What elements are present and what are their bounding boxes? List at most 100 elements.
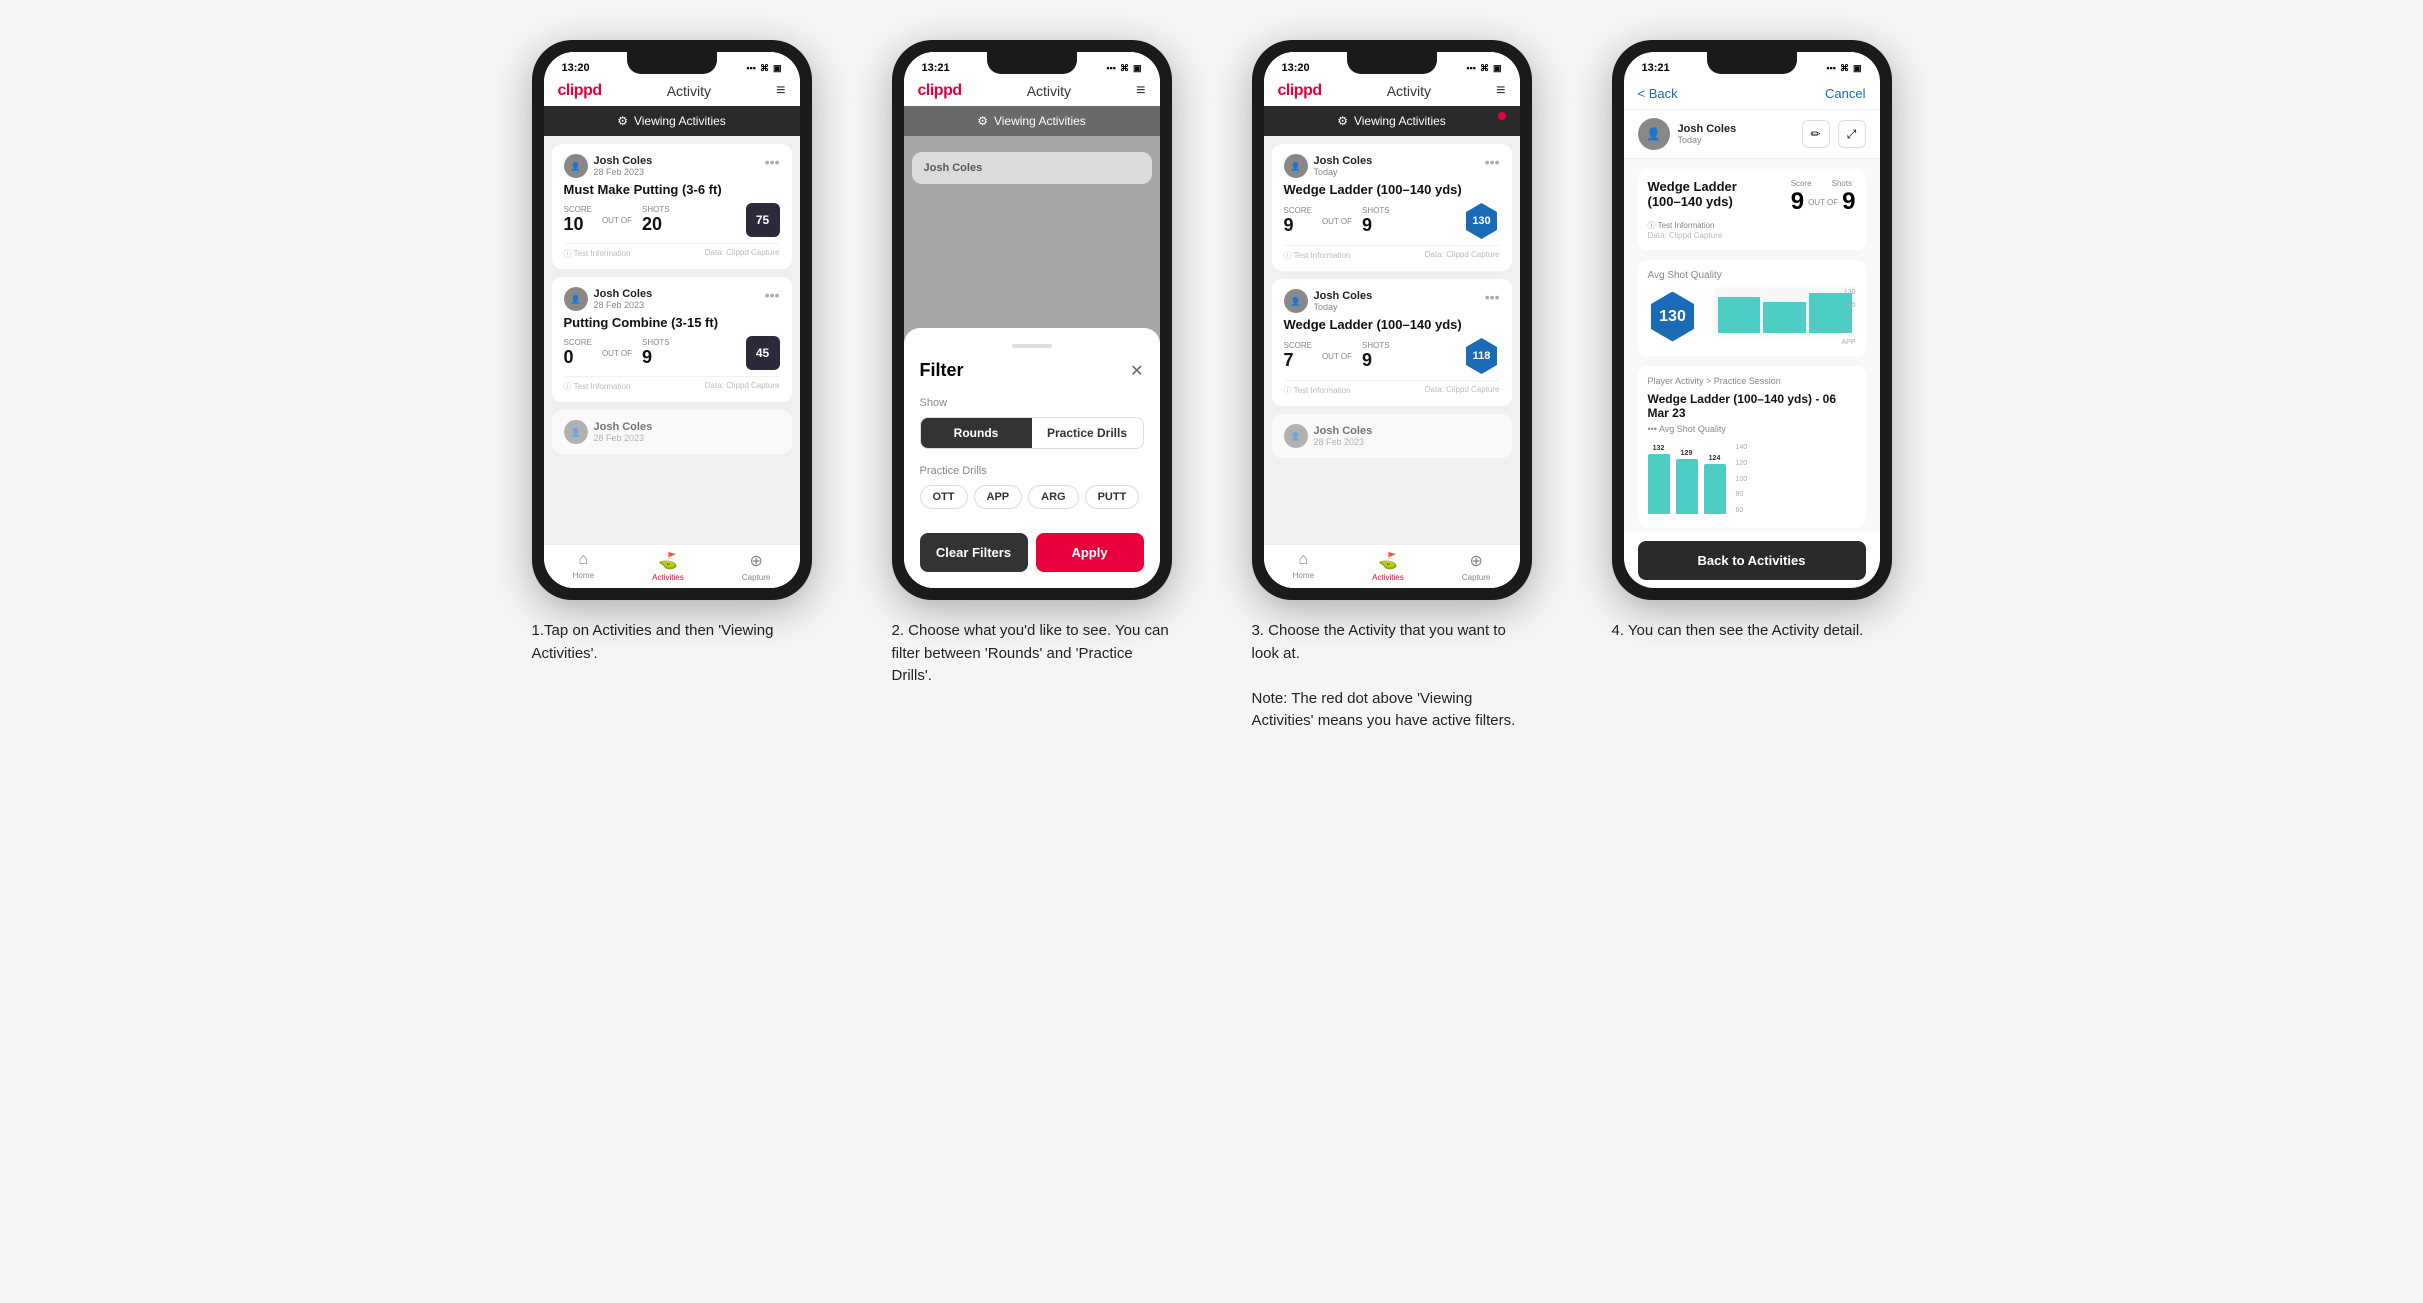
status-time-1: 13:20 <box>562 62 590 74</box>
avatar-3-1: 👤 <box>1284 154 1308 178</box>
phone-4: 13:21 ▪▪▪ ⌘ ▣ < Back Cancel 👤 <box>1612 40 1892 600</box>
detail-content: Wedge Ladder(100–140 yds) Score Shots 9 … <box>1624 159 1880 533</box>
shots-label-4: Shots <box>1832 179 1852 188</box>
avatar-1-1: 👤 <box>564 154 588 178</box>
step-1: 13:20 ▪▪▪ ⌘ ▣ clippd Activity ≡ ⚙ View <box>512 40 832 665</box>
bar-fill-1 <box>1648 454 1670 514</box>
card-header-3-1: 👤 Josh Coles Today ••• <box>1284 154 1500 178</box>
shots-col-3-1: Shots 9 <box>1362 206 1390 236</box>
more-dots-3-1[interactable]: ••• <box>1485 154 1500 170</box>
user-name-date-1-1: Josh Coles 28 Feb 2023 <box>594 155 653 177</box>
filter-icon-2: ⚙ <box>977 114 988 128</box>
mini-bar-2 <box>1763 302 1806 334</box>
mini-bar-1 <box>1718 297 1761 333</box>
filter-tag-arg[interactable]: ARG <box>1028 485 1078 509</box>
avg-shot-quality-card: Avg Shot Quality 130 APP <box>1638 260 1866 356</box>
activity-title-1-1: Must Make Putting (3-6 ft) <box>564 182 780 197</box>
avatar-1-2: 👤 <box>564 287 588 311</box>
user-name-date-3-2: Josh Coles Today <box>1314 290 1373 312</box>
nav-home-3[interactable]: ⌂ Home <box>1293 551 1314 582</box>
modal-close-btn[interactable]: ✕ <box>1130 361 1143 381</box>
nav-activities-3[interactable]: ⛳ Activities <box>1372 551 1404 582</box>
status-time-2: 13:21 <box>922 62 950 74</box>
modal-overlay-2: Josh Coles Filter ✕ Show Rounds Practice… <box>904 136 1160 588</box>
activity-list-3: 👤 Josh Coles Today ••• Wedge Ladder (100… <box>1264 136 1520 544</box>
practice-drills-toggle-btn[interactable]: Practice Drills <box>1032 418 1143 448</box>
nav-title-2: Activity <box>1027 83 1071 99</box>
score-col-3-2: Score 7 <box>1284 341 1312 371</box>
activity-title-3-2: Wedge Ladder (100–140 yds) <box>1284 317 1500 332</box>
filter-tag-putt[interactable]: PUTT <box>1085 485 1140 509</box>
status-icons-3: ▪▪▪ ⌘ ▣ <box>1466 63 1501 74</box>
wifi-icon-2: ⌘ <box>1120 63 1129 74</box>
viewing-banner-3[interactable]: ⚙ Viewing Activities <box>1264 106 1520 136</box>
filter-tag-ott[interactable]: OTT <box>920 485 968 509</box>
more-dots-1-2[interactable]: ••• <box>765 287 780 303</box>
detail-header: < Back Cancel <box>1624 78 1880 110</box>
cancel-btn[interactable]: Cancel <box>1825 86 1865 101</box>
nav-capture-3[interactable]: ⊕ Capture <box>1462 551 1490 582</box>
banner-text-2: Viewing Activities <box>994 114 1086 128</box>
phone-notch-4 <box>1707 52 1797 74</box>
back-to-activities-btn[interactable]: Back to Activities <box>1638 541 1866 580</box>
activity-card-1-1[interactable]: 👤 Josh Coles 28 Feb 2023 ••• Must Make P… <box>552 144 792 269</box>
score-col-1-2: Score 0 <box>564 338 592 368</box>
rounds-toggle-btn[interactable]: Rounds <box>921 418 1032 448</box>
avg-sq-label: Avg Shot Quality <box>1648 270 1856 281</box>
partial-card-3: 👤 Josh Coles 28 Feb 2023 <box>1272 414 1512 458</box>
battery-icon-3: ▣ <box>1493 63 1502 74</box>
edit-icon[interactable]: ✏ <box>1802 120 1830 148</box>
viewing-banner-1[interactable]: ⚙ Viewing Activities <box>544 106 800 136</box>
detail-score: 9 <box>1791 188 1804 216</box>
bar-fill-3 <box>1704 464 1726 514</box>
red-dot-3 <box>1498 112 1506 120</box>
apply-btn[interactable]: Apply <box>1036 533 1144 572</box>
bar-chart: 132 129 124 <box>1648 438 1856 518</box>
banner-text-1: Viewing Activities <box>634 114 726 128</box>
user-info-partial-3: 👤 Josh Coles 28 Feb 2023 <box>1284 424 1500 448</box>
filter-tag-app[interactable]: APP <box>974 485 1023 509</box>
phone-notch-2 <box>987 52 1077 74</box>
detail-user-row: 👤 Josh Coles Today ✏ ⤢ <box>1624 110 1880 159</box>
shot-quality-hex-3-1: 130 <box>1464 203 1500 239</box>
expand-icon[interactable]: ⤢ <box>1838 120 1866 148</box>
main-container: 13:20 ▪▪▪ ⌘ ▣ clippd Activity ≡ ⚙ View <box>512 40 1912 733</box>
shot-quality-hex-3-2: 118 <box>1464 338 1500 374</box>
activity-card-3-1[interactable]: 👤 Josh Coles Today ••• Wedge Ladder (100… <box>1272 144 1512 271</box>
activity-card-1-2[interactable]: 👤 Josh Coles 28 Feb 2023 ••• Putting Com… <box>552 277 792 402</box>
logo-3: clippd <box>1278 82 1322 100</box>
menu-icon-3[interactable]: ≡ <box>1496 82 1505 100</box>
filter-modal: Filter ✕ Show Rounds Practice Drills Pra… <box>904 328 1160 588</box>
shots-col-1-1: Shots 20 <box>642 205 670 235</box>
nav-home-label-3: Home <box>1293 571 1314 580</box>
nav-home-1[interactable]: ⌂ Home <box>573 551 594 582</box>
user-info-partial-1: 👤 Josh Coles 28 Feb 2023 <box>564 420 780 444</box>
bar-fill-2 <box>1676 459 1698 514</box>
partial-card-2: Josh Coles <box>912 152 1152 184</box>
nav-capture-1[interactable]: ⊕ Capture <box>742 551 770 582</box>
filter-icon-3: ⚙ <box>1337 114 1348 128</box>
viewing-banner-2[interactable]: ⚙ Viewing Activities <box>904 106 1160 136</box>
card-header-1-1: 👤 Josh Coles 28 Feb 2023 ••• <box>564 154 780 178</box>
bottom-nav-1: ⌂ Home ⛳ Activities ⊕ Capture <box>544 544 800 588</box>
more-dots-1-1[interactable]: ••• <box>765 154 780 170</box>
menu-icon-2[interactable]: ≡ <box>1136 82 1145 100</box>
battery-icon-1: ▣ <box>773 63 782 74</box>
bar-value-3: 124 <box>1709 455 1721 462</box>
menu-icon-1[interactable]: ≡ <box>776 82 785 100</box>
back-btn[interactable]: < Back <box>1638 86 1678 101</box>
avg-sq-chart-area: APP 130 100 50 0 <box>1714 287 1856 346</box>
nav-activities-1[interactable]: ⛳ Activities <box>652 551 684 582</box>
caption-1: 1.Tap on Activities and then 'Viewing Ac… <box>532 620 812 665</box>
activity-card-3-2[interactable]: 👤 Josh Coles Today ••• Wedge Ladder (100… <box>1272 279 1512 406</box>
card-footer-3-2: ⓘ Test Information Data: Clippd Capture <box>1284 380 1500 396</box>
clear-filters-btn[interactable]: Clear Filters <box>920 533 1028 572</box>
user-name-1-1: Josh Coles <box>594 155 653 167</box>
show-label: Show <box>920 397 1144 409</box>
phone-screen-1: 13:20 ▪▪▪ ⌘ ▣ clippd Activity ≡ ⚙ View <box>544 52 800 588</box>
card-footer-3-1: ⓘ Test Information Data: Clippd Capture <box>1284 245 1500 261</box>
score-card: Wedge Ladder(100–140 yds) Score Shots 9 … <box>1638 169 1866 250</box>
avg-shot-label-2: ••• Avg Shot Quality <box>1648 424 1856 434</box>
user-info-3-2: 👤 Josh Coles Today <box>1284 289 1373 313</box>
more-dots-3-2[interactable]: ••• <box>1485 289 1500 305</box>
